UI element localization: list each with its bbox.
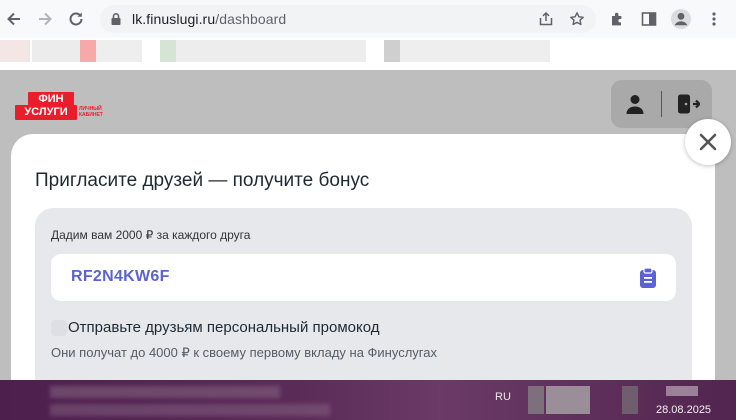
close-button[interactable] — [685, 119, 731, 165]
clock-date[interactable]: 28.08.2025 — [656, 404, 711, 416]
modal-title: Пригласите друзей — получите бонус — [35, 170, 370, 191]
menu-icon[interactable] — [702, 7, 726, 31]
language-indicator[interactable]: RU — [495, 391, 511, 403]
blurred-text — [50, 386, 280, 398]
invite-card: Дадим вам 2000 ₽ за каждого друга RF2N4K… — [35, 208, 692, 380]
tray-icon[interactable] — [546, 386, 590, 414]
bookmark-item[interactable] — [176, 40, 366, 62]
promo-code[interactable]: RF2N4KW6F — [71, 268, 170, 286]
profile-icon[interactable] — [669, 7, 693, 31]
bookmark-item[interactable] — [80, 40, 96, 62]
url-text: lk.finuslugi.ru/dashboard — [132, 11, 286, 27]
site-info-icon[interactable] — [109, 12, 123, 31]
step-description: Они получат до 4000 ₽ к своему первому в… — [51, 345, 437, 360]
bookmark-item[interactable] — [32, 40, 80, 62]
url-path: /dashboard — [215, 11, 287, 27]
bookmark-item[interactable] — [96, 40, 142, 62]
address-bar[interactable]: lk.finuslugi.ru/dashboard — [100, 5, 596, 33]
browser-toolbar: lk.finuslugi.ru/dashboard — [0, 0, 736, 38]
logo-line1: ФИН — [28, 92, 74, 106]
bookmark-item[interactable] — [384, 40, 400, 62]
bonus-caption: Дадим вам 2000 ₽ за каждого друга — [51, 228, 251, 242]
logo-line2: УСЛУГИ — [15, 105, 77, 120]
reload-icon[interactable] — [64, 7, 88, 31]
logout-icon[interactable] — [676, 93, 702, 120]
close-icon — [699, 133, 717, 151]
step-marker — [51, 320, 67, 336]
bookmarks-bar — [0, 38, 736, 70]
bookmark-item[interactable] — [160, 40, 176, 62]
divider — [661, 91, 662, 117]
step-title: Отправьте друзьям персональный промокод — [68, 319, 380, 336]
share-icon[interactable] — [536, 9, 556, 29]
clock-time — [666, 386, 698, 396]
logo-subtitle: ЛИЧНЫЙ КАБИНЕТ — [79, 106, 103, 118]
bookmark-item[interactable] — [400, 40, 550, 62]
tray-icon[interactable] — [528, 386, 544, 414]
tray-icon[interactable] — [622, 386, 638, 414]
invite-modal: Пригласите друзей — получите бонус Дадим… — [11, 134, 715, 380]
taskbar: RU 28.08.2025 — [0, 380, 736, 420]
user-icon[interactable] — [624, 93, 646, 120]
back-icon[interactable] — [2, 7, 26, 31]
promo-code-field[interactable]: RF2N4KW6F — [51, 254, 676, 301]
bookmark-item[interactable] — [0, 40, 30, 62]
page-content: ФИН УСЛУГИ ЛИЧНЫЙ КАБИНЕТ Пригласите дру… — [0, 70, 736, 380]
forward-icon[interactable] — [33, 7, 57, 31]
extensions-icon[interactable] — [606, 7, 630, 31]
side-panel-icon[interactable] — [637, 7, 661, 31]
url-host: lk.finuslugi.ru — [132, 11, 216, 27]
blurred-text — [50, 404, 330, 416]
star-icon[interactable] — [567, 9, 587, 29]
clipboard-icon[interactable] — [638, 267, 658, 289]
